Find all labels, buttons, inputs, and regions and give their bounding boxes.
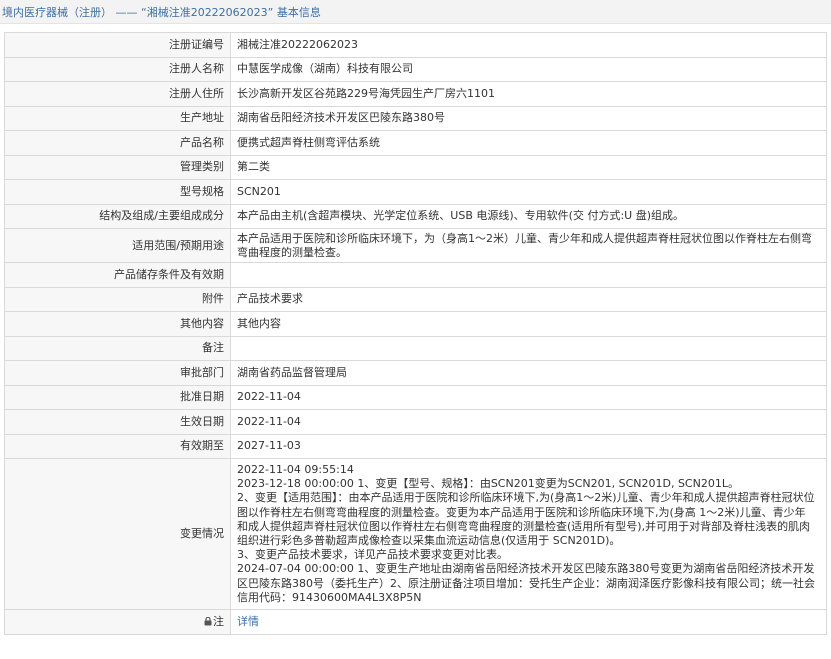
row-label: 管理类别 xyxy=(4,154,231,180)
row-value: SCN201 xyxy=(230,179,827,205)
row-label: 备注 xyxy=(4,335,231,361)
table-row: 适用范围/预期用途 本产品适用于医院和诊所临床环境下，为（身高1～2米）儿童、青少… xyxy=(4,228,827,263)
row-label: 型号规格 xyxy=(4,179,231,205)
row-label: 附件 xyxy=(4,286,231,312)
row-label: 产品储存条件及有效期 xyxy=(4,262,231,288)
row-label: 结构及组成/主要组成成分 xyxy=(4,203,231,229)
row-label-changes: 变更情况 xyxy=(4,457,231,611)
table-row: 产品储存条件及有效期 xyxy=(4,262,827,288)
table-row-changes: 变更情况 2022-11-04 09:55:14 2023-12-18 00:0… xyxy=(4,457,827,611)
row-value: 湖南省岳阳经济技术开发区巴陵东路380号 xyxy=(230,105,827,131)
row-label: 其他内容 xyxy=(4,311,231,337)
table-row: 附件 产品技术要求 xyxy=(4,286,827,312)
table-row: 注册人名称 中慧医学成像（湖南）科技有限公司 xyxy=(4,56,827,82)
table-row: 生效日期 2022-11-04 xyxy=(4,409,827,435)
row-label: 批准日期 xyxy=(4,384,231,410)
change-line: 2024-07-04 00:00:00 1、变更生产地址由湖南省岳阳经济技术开发… xyxy=(237,562,815,604)
row-value: 产品技术要求 xyxy=(230,286,827,312)
row-label-detail: 注 xyxy=(4,609,231,635)
change-line: 2、变更【适用范围】：由本产品适用于医院和诊所临床环境下,为(身高1～2米)儿童… xyxy=(237,491,815,548)
table-row: 备注 xyxy=(4,335,827,361)
table-row: 批准日期 2022-11-04 xyxy=(4,384,827,410)
row-value: 2027-11-03 xyxy=(230,433,827,459)
table-row: 产品名称 便携式超声脊柱侧弯评估系统 xyxy=(4,130,827,156)
detail-cell: 详情 xyxy=(230,609,827,635)
detail-label-text: 注 xyxy=(213,614,224,628)
row-label: 产品名称 xyxy=(4,130,231,156)
row-value xyxy=(230,335,827,361)
row-value: 2022-11-04 xyxy=(230,384,827,410)
row-value: 其他内容 xyxy=(230,311,827,337)
row-value: 第二类 xyxy=(230,154,827,180)
lock-icon xyxy=(204,616,212,626)
row-label: 有效期至 xyxy=(4,433,231,459)
page-header: 境内医疗器械（注册） —— “湘械注准20222062023” 基本信息 xyxy=(0,0,831,24)
table-row: 注册证编号 湘械注准20222062023 xyxy=(4,32,827,58)
row-value: 本产品由主机(含超声模块、光学定位系统、USB 电源线)、专用软件(交 付方式:… xyxy=(230,203,827,229)
table-row: 管理类别 第二类 xyxy=(4,154,827,180)
row-value: 2022-11-04 xyxy=(230,409,827,435)
row-value: 湘械注准20222062023 xyxy=(230,32,827,58)
table-row: 审批部门 湖南省药品监督管理局 xyxy=(4,360,827,386)
row-value: 便携式超声脊柱侧弯评估系统 xyxy=(230,130,827,156)
row-value: 本产品适用于医院和诊所临床环境下，为（身高1～2米）儿童、青少年和成人提供超声脊… xyxy=(230,228,827,263)
detail-link[interactable]: 详情 xyxy=(237,615,259,628)
change-line: 2022-11-04 09:55:14 xyxy=(237,463,354,476)
row-label: 注册人名称 xyxy=(4,56,231,82)
info-table-wrapper: 注册证编号 湘械注准20222062023 注册人名称 中慧医学成像（湖南）科技有限公… xyxy=(0,24,831,635)
info-table: 注册证编号 湘械注准20222062023 注册人名称 中慧医学成像（湖南）科技有限公… xyxy=(4,32,827,635)
table-row: 注册人住所 长沙高新开发区谷苑路229号海凭园生产厂房六1101 xyxy=(4,81,827,107)
breadcrumb-title: 境内医疗器械（注册） —— “湘械注准20222062023” 基本信息 xyxy=(2,5,321,19)
change-line: 2023-12-18 00:00:00 1、变更【型号、规格】：由SCN201变… xyxy=(237,477,739,491)
row-value: 长沙高新开发区谷苑路229号海凭园生产厂房六1101 xyxy=(230,81,827,107)
row-label: 适用范围/预期用途 xyxy=(4,228,231,263)
row-value xyxy=(230,262,827,288)
row-label: 审批部门 xyxy=(4,360,231,386)
row-value: 中慧医学成像（湖南）科技有限公司 xyxy=(230,56,827,82)
row-label: 生产地址 xyxy=(4,105,231,131)
table-row: 结构及组成/主要组成成分 本产品由主机(含超声模块、光学定位系统、USB 电源线)… xyxy=(4,203,827,229)
change-line: 3、变更产品技术要求，详见产品技术要求变更对比表。 xyxy=(237,548,508,562)
row-label: 注册人住所 xyxy=(4,81,231,107)
table-row: 有效期至 2027-11-03 xyxy=(4,433,827,459)
row-label: 注册证编号 xyxy=(4,32,231,58)
table-row: 生产地址 湖南省岳阳经济技术开发区巴陵东路380号 xyxy=(4,105,827,131)
table-row: 其他内容 其他内容 xyxy=(4,311,827,337)
row-label: 生效日期 xyxy=(4,409,231,435)
changes-content: 2022-11-04 09:55:14 2023-12-18 00:00:00 … xyxy=(230,457,827,611)
table-row: 型号规格 SCN201 xyxy=(4,179,827,205)
row-value: 湖南省药品监督管理局 xyxy=(230,360,827,386)
table-row-detail: 注 详情 xyxy=(4,609,827,635)
